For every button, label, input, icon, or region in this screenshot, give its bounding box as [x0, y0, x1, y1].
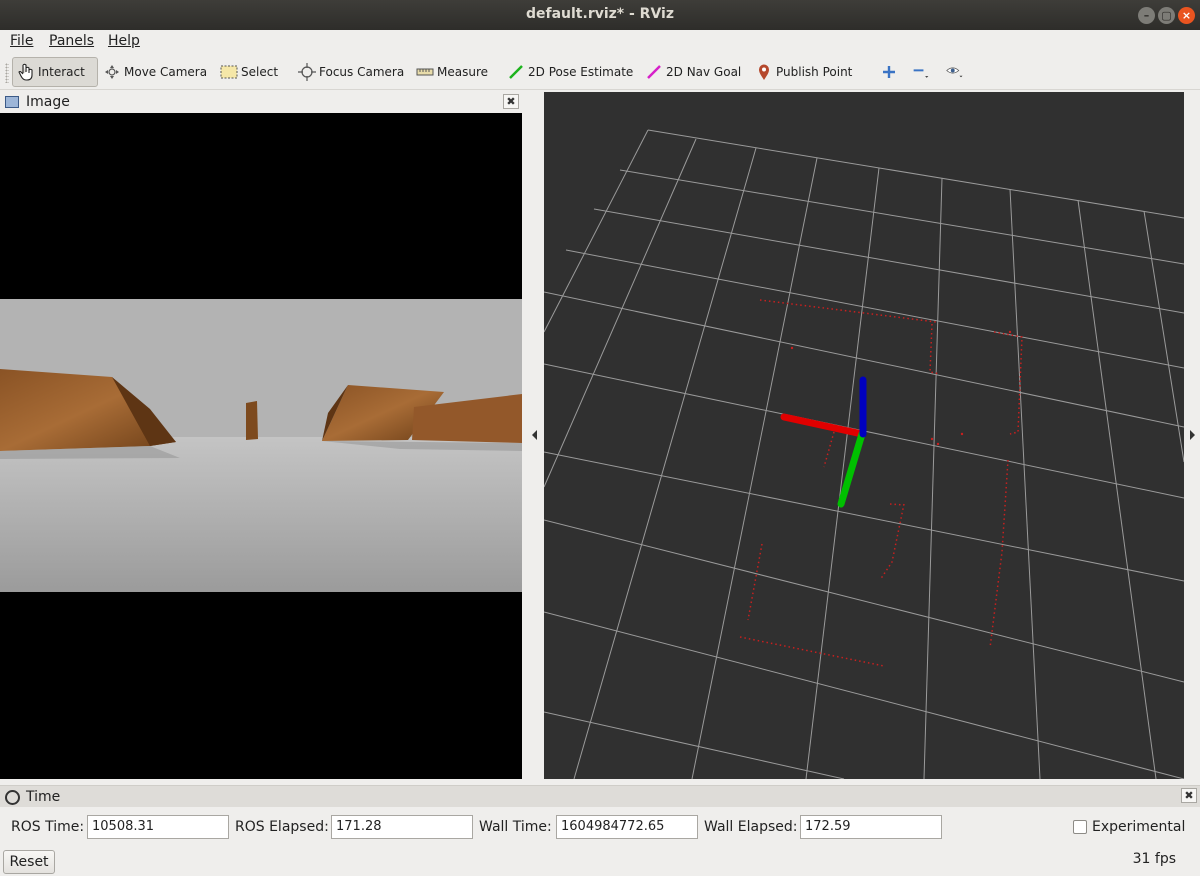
laser-scan-points	[739, 299, 1023, 667]
green-arrow-icon	[507, 63, 525, 81]
menu-panels-label: Panels	[49, 33, 95, 49]
interact-tool-button[interactable]: Interact	[12, 57, 98, 87]
add-tool-button[interactable]	[880, 57, 901, 87]
pose-estimate-label: 2D Pose Estimate	[528, 65, 634, 79]
image-icon	[5, 96, 19, 108]
wall-time-label: Wall Time:	[479, 819, 552, 835]
menu-panels[interactable]: Panels	[49, 33, 94, 49]
nav-goal-label: 2D Nav Goal	[666, 65, 742, 79]
3d-scene	[544, 129, 1184, 779]
ros-time-label: ROS Time:	[11, 819, 85, 835]
plus-icon	[880, 63, 898, 81]
image-panel-header: Image ✖	[0, 92, 522, 113]
focus-camera-label: Focus Camera	[319, 65, 405, 79]
minus-icon	[912, 63, 930, 81]
ros-elapsed-field[interactable]: 171.28	[331, 815, 473, 839]
wooden-post	[246, 401, 258, 440]
minimize-button[interactable]: –	[1138, 7, 1155, 24]
panel-splitter[interactable]	[522, 92, 544, 779]
hand-pointer-icon	[17, 63, 35, 81]
wall-elapsed-label: Wall Elapsed:	[704, 819, 798, 835]
image-panel-title: Image	[26, 94, 70, 110]
camera-image-view[interactable]	[0, 113, 522, 779]
move-arrows-icon	[103, 63, 121, 81]
3d-render-view[interactable]	[544, 92, 1184, 779]
magenta-arrow-icon	[645, 63, 663, 81]
reset-button[interactable]: Reset	[3, 850, 55, 874]
menu-help[interactable]: Help	[108, 33, 140, 49]
remove-tool-button[interactable]	[912, 57, 933, 87]
focus-crosshair-icon	[298, 63, 316, 81]
fps-readout: 31 fps	[1132, 851, 1176, 867]
measure-label: Measure	[437, 65, 488, 79]
ruler-icon	[416, 63, 434, 81]
move-camera-tool-button[interactable]: Move Camera	[103, 57, 207, 87]
collapse-left-arrow-icon	[532, 430, 537, 440]
time-panel-title: Time	[26, 789, 61, 805]
interact-label: Interact	[38, 65, 85, 79]
eye-icon	[946, 63, 964, 81]
grid-lines	[544, 129, 1184, 779]
y-axis	[837, 430, 866, 508]
measure-tool-button[interactable]: Measure	[416, 57, 488, 87]
experimental-checkbox[interactable]	[1073, 820, 1087, 834]
menu-bar: File Panels Help	[0, 30, 1200, 54]
select-rectangle-icon	[220, 63, 238, 81]
time-panel-close-button[interactable]: ✖	[1181, 788, 1197, 803]
wall-time-field[interactable]: 1604984772.65	[556, 815, 698, 839]
toolbar: Interact Move Camera Select Focus Camera…	[0, 54, 1200, 90]
nav-goal-tool-button[interactable]: 2D Nav Goal	[645, 57, 741, 87]
focus-camera-tool-button[interactable]: Focus Camera	[298, 57, 404, 87]
x-axis	[780, 413, 866, 438]
title-bar: default.rviz* - RViz – ▢ ×	[0, 0, 1200, 30]
camera-image	[0, 113, 522, 779]
menu-help-label: Help	[108, 33, 140, 49]
select-tool-button[interactable]: Select	[220, 57, 278, 87]
map-pin-icon	[755, 63, 773, 81]
select-label: Select	[241, 65, 279, 79]
menu-file-label: File	[10, 33, 34, 49]
window-title: default.rviz* - RViz	[525, 6, 674, 22]
close-window-button[interactable]: ×	[1178, 7, 1195, 24]
ros-time-field[interactable]: 10508.31	[87, 815, 229, 839]
ros-elapsed-label: ROS Elapsed:	[235, 819, 329, 835]
wall-elapsed-field[interactable]: 172.59	[800, 815, 942, 839]
move-camera-label: Move Camera	[124, 65, 208, 79]
image-panel-close-button[interactable]: ✖	[503, 94, 519, 109]
maximize-button[interactable]: ▢	[1158, 7, 1175, 24]
publish-point-label: Publish Point	[776, 65, 853, 79]
right-splitter[interactable]	[1184, 92, 1200, 779]
toolbar-grip[interactable]	[5, 63, 9, 83]
publish-point-tool-button[interactable]: Publish Point	[755, 57, 852, 87]
pose-estimate-tool-button[interactable]: 2D Pose Estimate	[507, 57, 633, 87]
view-options-button[interactable]	[946, 57, 967, 87]
collapse-right-arrow-icon	[1190, 430, 1195, 440]
menu-file[interactable]: File	[10, 33, 33, 49]
experimental-label: Experimental	[1092, 819, 1186, 835]
time-panel-header: Time ✖	[0, 785, 1200, 807]
clock-icon	[5, 790, 20, 805]
